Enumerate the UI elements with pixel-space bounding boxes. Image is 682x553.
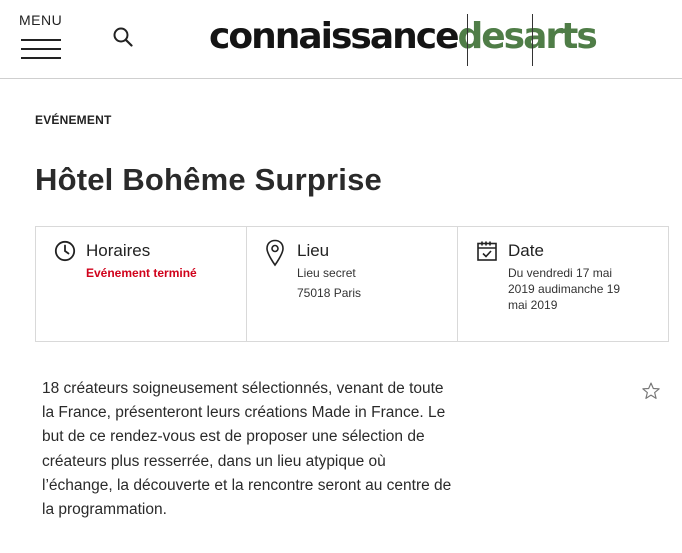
logo-desarts: desarts (457, 16, 598, 57)
site-logo[interactable]: connaissancedesarts (209, 14, 598, 60)
clock-icon (54, 240, 76, 262)
menu-button[interactable]: MENU (19, 12, 63, 59)
lieu-name: Lieu secret (297, 266, 356, 280)
lieu-section: Lieu Lieu secret 75018 Paris (246, 227, 457, 341)
date-label: Date (508, 241, 544, 260)
date-line: 2019 audimanche 19 (508, 282, 621, 296)
lieu-address: 75018 Paris (297, 286, 362, 300)
article-kicker: EVÉNEMENT (35, 113, 112, 127)
date-line: Du vendredi 17 mai (508, 266, 613, 280)
event-status: Evénement terminé (86, 266, 197, 280)
page-title: Hôtel Bohême Surprise (35, 162, 383, 197)
location-pin-icon (266, 239, 284, 267)
logo-divider (532, 14, 533, 66)
horaires-label: Horaires (86, 241, 151, 260)
logo-divider (467, 14, 468, 66)
menu-label: MENU (19, 12, 63, 28)
logo-connaissance: connaissance (209, 16, 459, 57)
horaires-section: Horaires Evénement terminé (36, 227, 246, 341)
search-icon[interactable] (112, 26, 134, 48)
calendar-icon (477, 241, 497, 261)
lieu-label: Lieu (297, 241, 330, 260)
event-description: 18 créateurs soigneusement sélectionnés,… (42, 380, 452, 519)
event-info-box: Horaires Evénement terminé Lieu Lieu sec… (35, 226, 669, 342)
star-icon[interactable] (641, 381, 661, 401)
date-line: mai 2019 (508, 298, 558, 312)
hamburger-icon (21, 39, 61, 59)
site-header: MENU connaissancedesarts (0, 0, 682, 79)
date-section: Date Du vendredi 17 mai 2019 audimanche … (457, 227, 668, 341)
